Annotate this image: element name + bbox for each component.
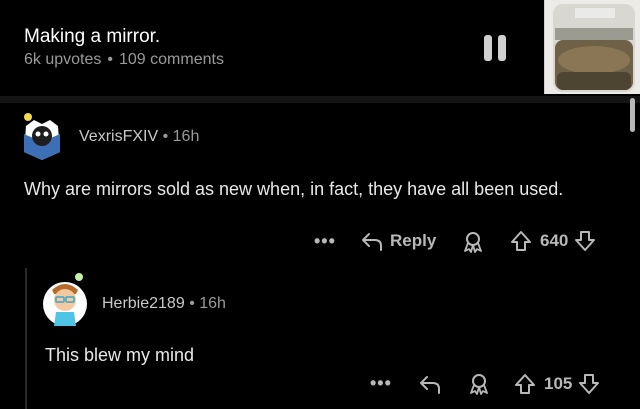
pause-icon[interactable] bbox=[484, 35, 510, 63]
avatar[interactable] bbox=[20, 112, 64, 162]
username-text[interactable]: VexrisFXIV bbox=[79, 128, 158, 145]
post-title: Making a mirror. bbox=[24, 26, 161, 47]
comment-time: 16h bbox=[172, 128, 200, 145]
comment-body: Why are mirrors sold as new when, in fac… bbox=[24, 179, 564, 199]
post-thumbnail[interactable] bbox=[544, 0, 640, 94]
post-header[interactable]: Making a mirror. 6k upvotes • 109 comments bbox=[0, 0, 640, 96]
more-icon[interactable]: ••• bbox=[314, 231, 336, 252]
comment-time: 16h bbox=[199, 295, 226, 312]
upvote-count: 6k upvotes bbox=[24, 51, 102, 68]
downvote-icon[interactable] bbox=[574, 230, 596, 252]
reply-button[interactable] bbox=[418, 373, 442, 395]
comment-username[interactable]: VexrisFXIV • 16h bbox=[79, 128, 199, 146]
score: 640 bbox=[540, 231, 569, 250]
meta-separator: • bbox=[189, 295, 195, 312]
reply-icon bbox=[360, 230, 384, 252]
thread-line[interactable] bbox=[25, 268, 27, 409]
meta-separator: • bbox=[107, 51, 113, 68]
reply-button[interactable]: Reply bbox=[360, 230, 436, 252]
award-icon bbox=[462, 231, 484, 253]
award-button[interactable] bbox=[462, 231, 484, 253]
scrollbar[interactable] bbox=[630, 98, 635, 132]
reply-label: Reply bbox=[390, 231, 437, 250]
meta-separator: • bbox=[162, 128, 169, 145]
section-divider bbox=[0, 96, 640, 103]
avatar[interactable] bbox=[42, 272, 92, 328]
comment-body: This blew my mind bbox=[45, 345, 195, 365]
upvote-icon[interactable] bbox=[514, 373, 536, 395]
upvote-icon[interactable] bbox=[510, 230, 532, 252]
award-icon bbox=[468, 373, 490, 395]
award-button[interactable] bbox=[468, 373, 490, 395]
reply-icon bbox=[418, 373, 442, 395]
vote-controls: 105 bbox=[514, 373, 600, 395]
post-meta: 6k upvotes • 109 comments bbox=[24, 51, 224, 69]
comment-username[interactable]: Herbie2189 • 16h bbox=[102, 295, 226, 313]
comment-count: 109 comments bbox=[119, 51, 224, 68]
downvote-icon[interactable] bbox=[578, 373, 600, 395]
vote-controls: 640 bbox=[510, 230, 596, 252]
score: 105 bbox=[544, 374, 573, 393]
username-text[interactable]: Herbie2189 bbox=[102, 295, 185, 312]
more-icon[interactable]: ••• bbox=[370, 373, 392, 394]
